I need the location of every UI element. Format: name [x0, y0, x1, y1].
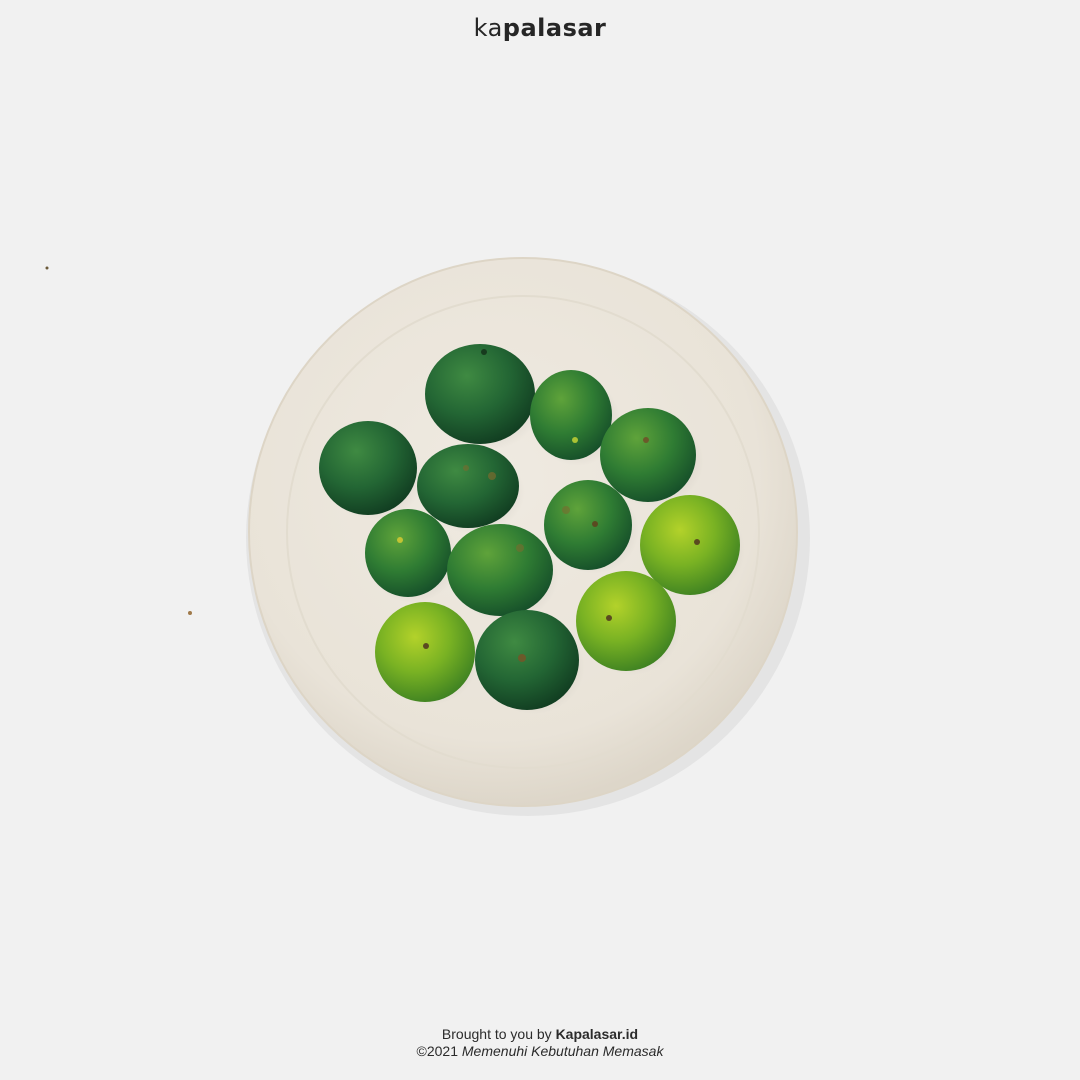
lime-12: [576, 571, 676, 671]
lime-3: [530, 370, 612, 460]
lime-1: [319, 421, 417, 515]
footer-copyright: ©2021: [416, 1043, 458, 1059]
lime-10: [375, 602, 475, 702]
background-speck: [188, 611, 192, 615]
lime-5: [417, 444, 519, 528]
footer-prefix: Brought to you by: [441, 1026, 552, 1042]
lime-9: [640, 495, 740, 595]
photo-scene: [45, 257, 810, 816]
lime-2: [425, 344, 535, 444]
lime-7: [447, 524, 553, 616]
footer: Brought to you by Kapalasar.id ©2021 Mem…: [0, 1026, 1080, 1060]
background-speck: [45, 266, 49, 270]
lime-8: [544, 480, 632, 570]
footer-line-1: Brought to you by Kapalasar.id: [0, 1026, 1080, 1043]
footer-brand-link: Kapalasar.id: [555, 1026, 639, 1042]
lime-11: [475, 610, 579, 710]
footer-line-2: ©2021 Memenuhi Kebutuhan Memasak: [0, 1043, 1080, 1060]
footer-tagline: Memenuhi Kebutuhan Memasak: [461, 1043, 664, 1059]
lime-6: [365, 509, 451, 597]
lime-4: [600, 408, 696, 502]
